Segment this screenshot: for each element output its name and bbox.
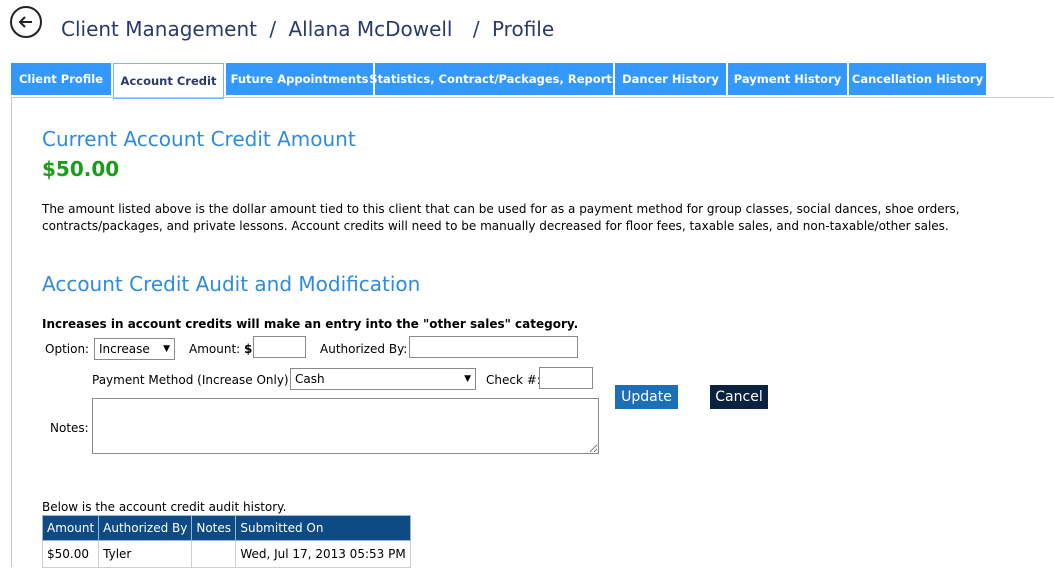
update-button[interactable]: Update [615, 385, 678, 409]
tab-bar: Client Profile Account Credit Future App… [11, 63, 986, 99]
authorized-label: Authorized By: [320, 342, 408, 356]
credit-amount: $50.00 [42, 157, 120, 181]
content-panel [11, 97, 1054, 567]
notes-label: Notes: [50, 421, 89, 435]
caret-down-icon: ▼ [163, 344, 170, 354]
credit-heading: Current Account Credit Amount [42, 127, 356, 151]
breadcrumb: Client Management / Allana McDowell / Pr… [61, 17, 560, 41]
amount-input[interactable] [253, 336, 306, 358]
notes-textarea[interactable] [92, 398, 599, 454]
option-select[interactable]: Increase ▼ [94, 338, 175, 360]
payment-method-value: Cash [295, 372, 325, 386]
tab-payment-history[interactable]: Payment History [728, 63, 847, 95]
authorized-by-input[interactable] [409, 336, 578, 358]
cell-amount: $50.00 [41, 540, 100, 568]
payment-method-label: Payment Method (Increase Only): [92, 373, 293, 387]
audit-history-table: Amount Authorized By Notes Submitted On … [41, 515, 411, 568]
tab-statistics[interactable]: Statistics, Contract/Packages, Reports [369, 63, 619, 95]
tab-account-credit[interactable]: Account Credit [113, 63, 224, 99]
history-caption: Below is the account credit audit histor… [42, 500, 287, 514]
cancel-button[interactable]: Cancel [710, 385, 768, 409]
amount-currency: $ [244, 342, 253, 356]
table-row: $50.00 Tyler Wed, Jul 17, 2013 05:53 PM [41, 540, 411, 568]
table-header-row: Amount Authorized By Notes Submitted On [41, 515, 411, 541]
caret-down-icon: ▼ [464, 374, 471, 384]
breadcrumb-profile: Profile [491, 17, 555, 41]
amount-label: Amount: $ [189, 342, 252, 356]
arrow-left-icon [18, 16, 32, 28]
option-select-value: Increase [99, 342, 150, 356]
cell-notes [191, 540, 237, 568]
audit-heading: Account Credit Audit and Modification [42, 272, 421, 296]
check-number-input[interactable] [539, 367, 593, 389]
column-header-notes[interactable]: Notes [191, 515, 237, 541]
cell-submitted-on: Wed, Jul 17, 2013 05:53 PM [235, 540, 411, 568]
column-header-authorized-by[interactable]: Authorized By [98, 515, 193, 541]
back-button[interactable] [10, 6, 42, 38]
tab-client-profile[interactable]: Client Profile [11, 63, 111, 95]
credit-description: The amount listed above is the dollar am… [42, 202, 960, 233]
breadcrumb-separator: / [472, 17, 480, 41]
check-label: Check #: [486, 373, 541, 387]
tab-dancer-history[interactable]: Dancer History [615, 63, 726, 95]
tab-cancellation-history[interactable]: Cancellation History [849, 63, 986, 95]
audit-note: Increases in account credits will make a… [42, 317, 579, 331]
amount-label-text: Amount: [189, 342, 241, 356]
column-header-amount[interactable]: Amount [41, 515, 100, 541]
column-header-submitted-on[interactable]: Submitted On [235, 515, 411, 541]
breadcrumb-separator: / [269, 17, 277, 41]
breadcrumb-client-management[interactable]: Client Management [61, 17, 257, 41]
cell-authorized-by: Tyler [98, 540, 193, 568]
payment-method-select[interactable]: Cash ▼ [290, 368, 476, 390]
breadcrumb-client-name: Allana McDowell [288, 17, 453, 41]
tab-future-appointments[interactable]: Future Appointments [226, 63, 373, 95]
option-label: Option: [45, 342, 90, 356]
